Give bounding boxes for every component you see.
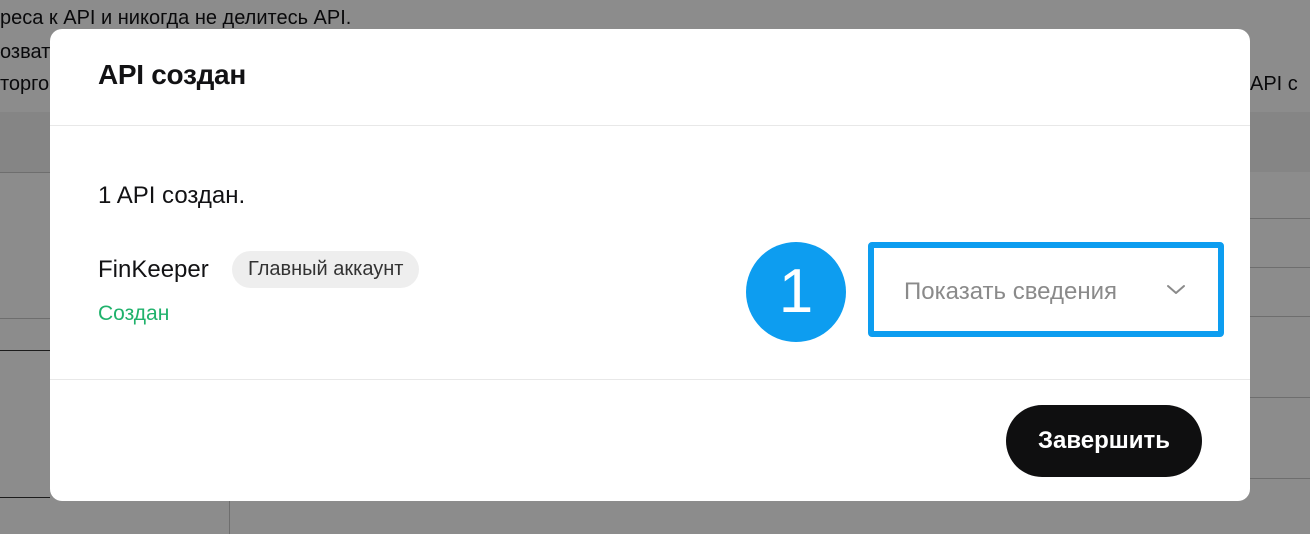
dialog-title: API создан — [98, 59, 246, 90]
show-details-label: Показать сведения — [904, 278, 1117, 305]
finish-button[interactable]: Завершить — [1006, 405, 1202, 477]
step-number-badge: 1 — [746, 242, 846, 342]
dialog-header: API создан — [50, 29, 1250, 126]
chevron-down-icon — [1166, 280, 1186, 300]
api-created-dialog: API создан 1 API создан. FinKeeper Главн… — [50, 29, 1250, 501]
show-details-toggle[interactable]: Показать сведения — [868, 242, 1224, 337]
status-text: Создан — [98, 302, 170, 325]
account-badge: Главный аккаунт — [232, 251, 420, 288]
dialog-body: 1 API создан. FinKeeper Главный аккаунт … — [50, 126, 1250, 380]
api-name: FinKeeper — [98, 256, 209, 283]
created-message: 1 API создан. — [98, 182, 246, 209]
dialog-footer: Завершить — [50, 380, 1250, 501]
